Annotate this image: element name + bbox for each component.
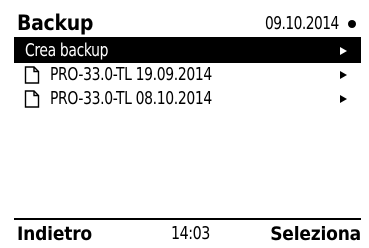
device-screen: Backup 09.10.2014 Crea backup PRO-33.0-T… <box>14 9 361 245</box>
right-triangle-icon <box>340 47 347 55</box>
menu-item-label: Crea backup <box>25 40 109 61</box>
file-icon <box>24 90 40 108</box>
back-softkey[interactable]: Indietro <box>17 221 92 247</box>
menu-item-crea-backup[interactable]: Crea backup <box>14 39 361 63</box>
page-title: Backup <box>17 11 94 35</box>
menu-item-label: PRO-33.0-TL 08.10.2014 <box>50 88 212 109</box>
right-triangle-icon <box>340 71 347 79</box>
menu-item-backup-file[interactable]: PRO-33.0-TL 08.10.2014 <box>14 87 361 111</box>
status-dot-icon <box>348 20 356 28</box>
menu-item-backup-file[interactable]: PRO-33.0-TL 19.09.2014 <box>14 63 361 87</box>
right-triangle-icon <box>340 95 347 103</box>
file-icon <box>24 66 40 84</box>
select-softkey[interactable]: Seleziona <box>270 221 361 247</box>
title-bar: Backup 09.10.2014 <box>14 9 361 39</box>
header-date: 09.10.2014 <box>265 13 339 34</box>
softkey-bar: Indietro 14:03 Seleziona <box>14 218 361 245</box>
menu-item-label: PRO-33.0-TL 19.09.2014 <box>50 64 212 85</box>
menu-list: Crea backup PRO-33.0-TL 19.09.2014 PRO-3… <box>14 39 361 111</box>
clock-time: 14:03 <box>171 223 210 244</box>
